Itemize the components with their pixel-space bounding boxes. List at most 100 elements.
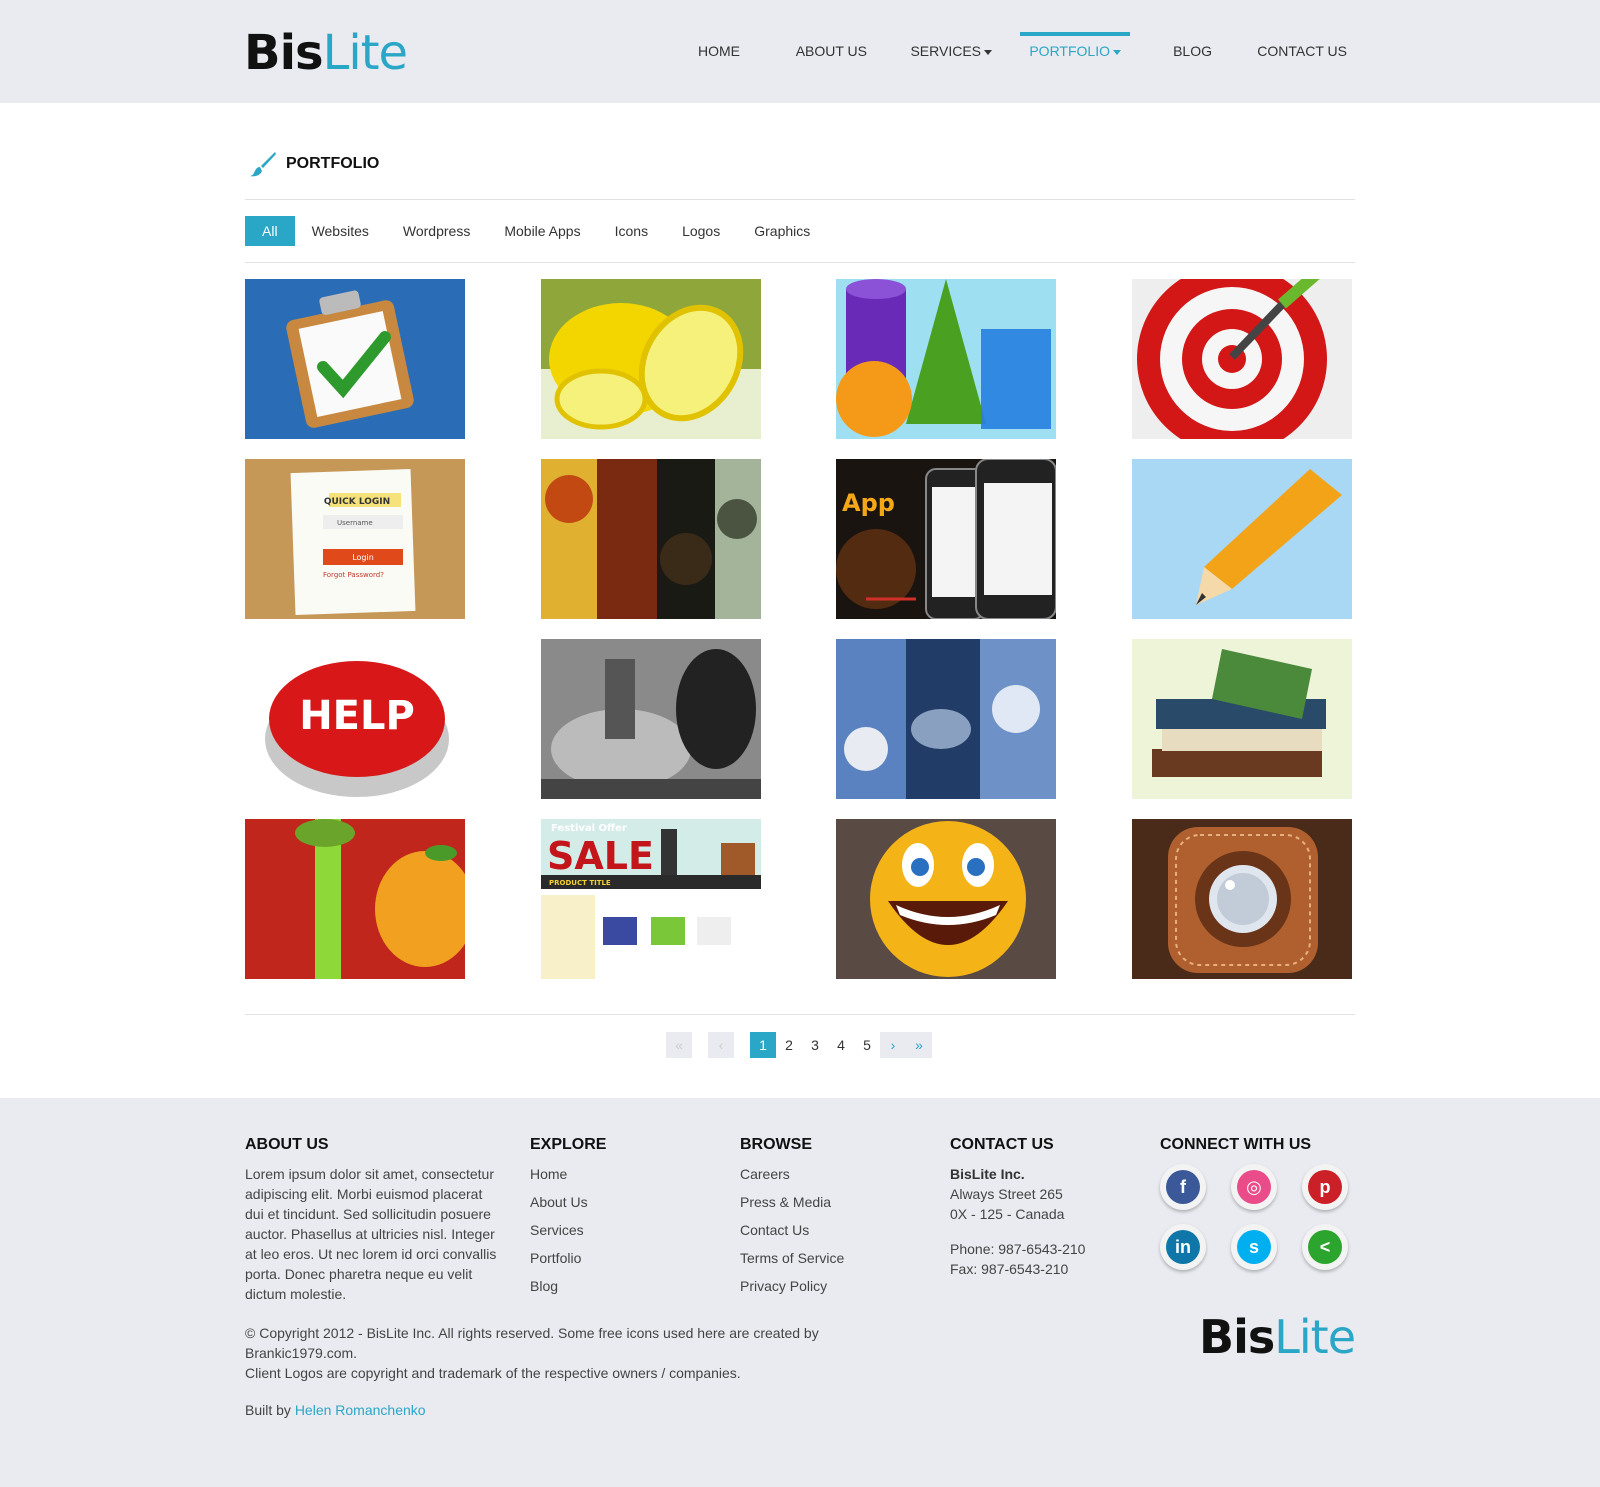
pagination-next[interactable]: › <box>880 1032 906 1058</box>
footer-explore-heading: EXPLORE <box>530 1136 607 1153</box>
divider <box>245 199 1355 200</box>
pagination: « ‹ 1 2 3 4 5 › » <box>666 1032 932 1058</box>
portfolio-item-leather-knob[interactable] <box>1132 819 1352 979</box>
filter-logos[interactable]: Logos <box>665 216 737 246</box>
skype-icon: s <box>1237 1230 1271 1264</box>
filter-websites[interactable]: Websites <box>295 216 386 246</box>
logo-part-lite: Lite <box>322 25 408 81</box>
portfolio-item-quick-login[interactable]: QUICK LOGIN Username Login Forgot Password? <box>245 459 465 619</box>
footer-link-contact-us[interactable]: Contact Us <box>740 1220 844 1240</box>
footer-connect-heading: CONNECT WITH US <box>1160 1136 1312 1153</box>
footer-link-about-us[interactable]: About Us <box>530 1192 606 1212</box>
pagination-page-2[interactable]: 2 <box>776 1032 802 1058</box>
portfolio-item-3d-shapes[interactable] <box>836 279 1056 439</box>
footer-link-privacy[interactable]: Privacy Policy <box>740 1276 844 1296</box>
skype-button[interactable]: s <box>1231 1224 1277 1270</box>
site-footer: ABOUT US Lorem ipsum dolor sit amet, con… <box>0 1098 1600 1487</box>
pagination-page-1[interactable]: 1 <box>750 1032 776 1058</box>
portfolio-filters: All Websites Wordpress Mobile Apps Icons… <box>245 216 827 246</box>
page-title-text: PORTFOLIO <box>286 155 380 172</box>
portfolio-item-sale-website[interactable]: Festival Offer SALE PRODUCT TITLE <box>541 819 761 979</box>
nav-about-us[interactable]: ABOUT US <box>796 43 867 59</box>
portfolio-item-target[interactable] <box>1132 279 1352 439</box>
site-logo[interactable]: BisLite <box>244 25 408 81</box>
linkedin-icon: in <box>1166 1230 1200 1264</box>
share-button[interactable]: < <box>1302 1224 1348 1270</box>
divider <box>245 262 1355 263</box>
footer-fax: Fax: 987-6543-210 <box>950 1261 1069 1277</box>
footer-browse-heading: BROWSE <box>740 1136 812 1153</box>
filter-all[interactable]: All <box>245 216 295 246</box>
portfolio-item-clipboard[interactable] <box>245 279 465 439</box>
footer-street: Always Street 265 <box>950 1186 1063 1202</box>
footer-logo-bis: Bis <box>1199 1310 1275 1364</box>
footer-logo[interactable]: BisLite <box>1199 1310 1356 1364</box>
filter-icons[interactable]: Icons <box>598 216 665 246</box>
portfolio-item-help-button[interactable]: HELP <box>245 639 465 799</box>
portfolio-item-lemons[interactable] <box>541 279 761 439</box>
footer-link-press-media[interactable]: Press & Media <box>740 1192 844 1212</box>
footer-link-portfolio[interactable]: Portfolio <box>530 1248 606 1268</box>
portfolio-item-smiley[interactable] <box>836 819 1056 979</box>
portfolio-item-bw-mechanical[interactable] <box>541 639 761 799</box>
portfolio-item-pencil[interactable] <box>1132 459 1352 619</box>
nav-blog[interactable]: BLOG <box>1173 43 1212 59</box>
pinterest-icon: p <box>1308 1170 1342 1204</box>
pagination-prev[interactable]: ‹ <box>708 1032 734 1058</box>
footer-connect: CONNECT WITH US f ◎ p in s < <box>1160 1136 1348 1270</box>
site-header: BisLite HOME ABOUT US SERVICES PORTFOLIO… <box>0 0 1600 103</box>
page-title: PORTFOLIO <box>248 149 379 179</box>
portfolio-item-books[interactable] <box>1132 639 1352 799</box>
social-links: f ◎ p in s < <box>1160 1164 1348 1270</box>
portfolio-item-gift[interactable] <box>245 819 465 979</box>
tile-login-button: Login <box>352 553 374 562</box>
portfolio-item-textures[interactable] <box>541 459 761 619</box>
pagination-page-5[interactable]: 5 <box>854 1032 880 1058</box>
built-by-label: Built by <box>245 1402 291 1418</box>
footer-link-terms[interactable]: Terms of Service <box>740 1248 844 1268</box>
filter-wordpress[interactable]: Wordpress <box>386 216 487 246</box>
footer-about-text: Lorem ipsum dolor sit amet, consectetur … <box>245 1166 497 1302</box>
tile-sale-title: SALE <box>547 834 654 878</box>
tile-help-title: HELP <box>299 693 415 739</box>
built-by-author-link[interactable]: Helen Romanchenko <box>295 1402 426 1418</box>
footer-about-heading: ABOUT US <box>245 1136 329 1153</box>
paintbrush-icon <box>250 152 276 177</box>
footer-city: 0X - 125 - Canada <box>950 1206 1065 1222</box>
share-icon: < <box>1308 1230 1342 1264</box>
chevron-down-icon <box>1113 49 1121 55</box>
portfolio-item-app-phones[interactable]: App <box>836 459 1056 619</box>
linkedin-button[interactable]: in <box>1160 1224 1206 1270</box>
footer-link-blog[interactable]: Blog <box>530 1276 606 1296</box>
facebook-button[interactable]: f <box>1160 1164 1206 1210</box>
footer-contact-heading: CONTACT US <box>950 1136 1054 1153</box>
nav-home[interactable]: HOME <box>698 43 740 59</box>
nav-portfolio[interactable]: PORTFOLIO <box>1020 32 1130 59</box>
pinterest-button[interactable]: p <box>1302 1164 1348 1210</box>
footer-explore: EXPLORE Home About Us Services Portfolio… <box>530 1136 606 1304</box>
footer-link-home[interactable]: Home <box>530 1164 606 1184</box>
pagination-page-3[interactable]: 3 <box>802 1032 828 1058</box>
portfolio-item-sky[interactable] <box>836 639 1056 799</box>
footer-link-services[interactable]: Services <box>530 1220 606 1240</box>
footer-logo-lite: Lite <box>1274 1310 1356 1364</box>
filter-graphics[interactable]: Graphics <box>737 216 827 246</box>
pagination-last[interactable]: » <box>906 1032 932 1058</box>
footer-contact: CONTACT US BisLite Inc. Always Street 26… <box>950 1136 1085 1279</box>
tile-app-title: App <box>842 489 895 517</box>
footer-browse: BROWSE Careers Press & Media Contact Us … <box>740 1136 844 1304</box>
tile-sale-bar: PRODUCT TITLE <box>549 879 611 887</box>
footer-link-careers[interactable]: Careers <box>740 1164 844 1184</box>
footer-phone: Phone: 987-6543-210 <box>950 1241 1086 1257</box>
tile-login-forgot: Forgot Password? <box>323 571 384 579</box>
nav-services[interactable]: SERVICES <box>910 43 992 59</box>
pagination-first[interactable]: « <box>666 1032 692 1058</box>
dribbble-icon: ◎ <box>1237 1170 1271 1204</box>
pagination-page-4[interactable]: 4 <box>828 1032 854 1058</box>
filter-mobile-apps[interactable]: Mobile Apps <box>487 216 597 246</box>
dribbble-button[interactable]: ◎ <box>1231 1164 1277 1210</box>
copyright-line-1: © Copyright 2012 - BisLite Inc. All righ… <box>245 1325 819 1361</box>
footer-about: ABOUT US Lorem ipsum dolor sit amet, con… <box>245 1136 503 1304</box>
nav-contact-us[interactable]: CONTACT US <box>1257 43 1347 59</box>
logo-part-bis: Bis <box>244 25 324 81</box>
